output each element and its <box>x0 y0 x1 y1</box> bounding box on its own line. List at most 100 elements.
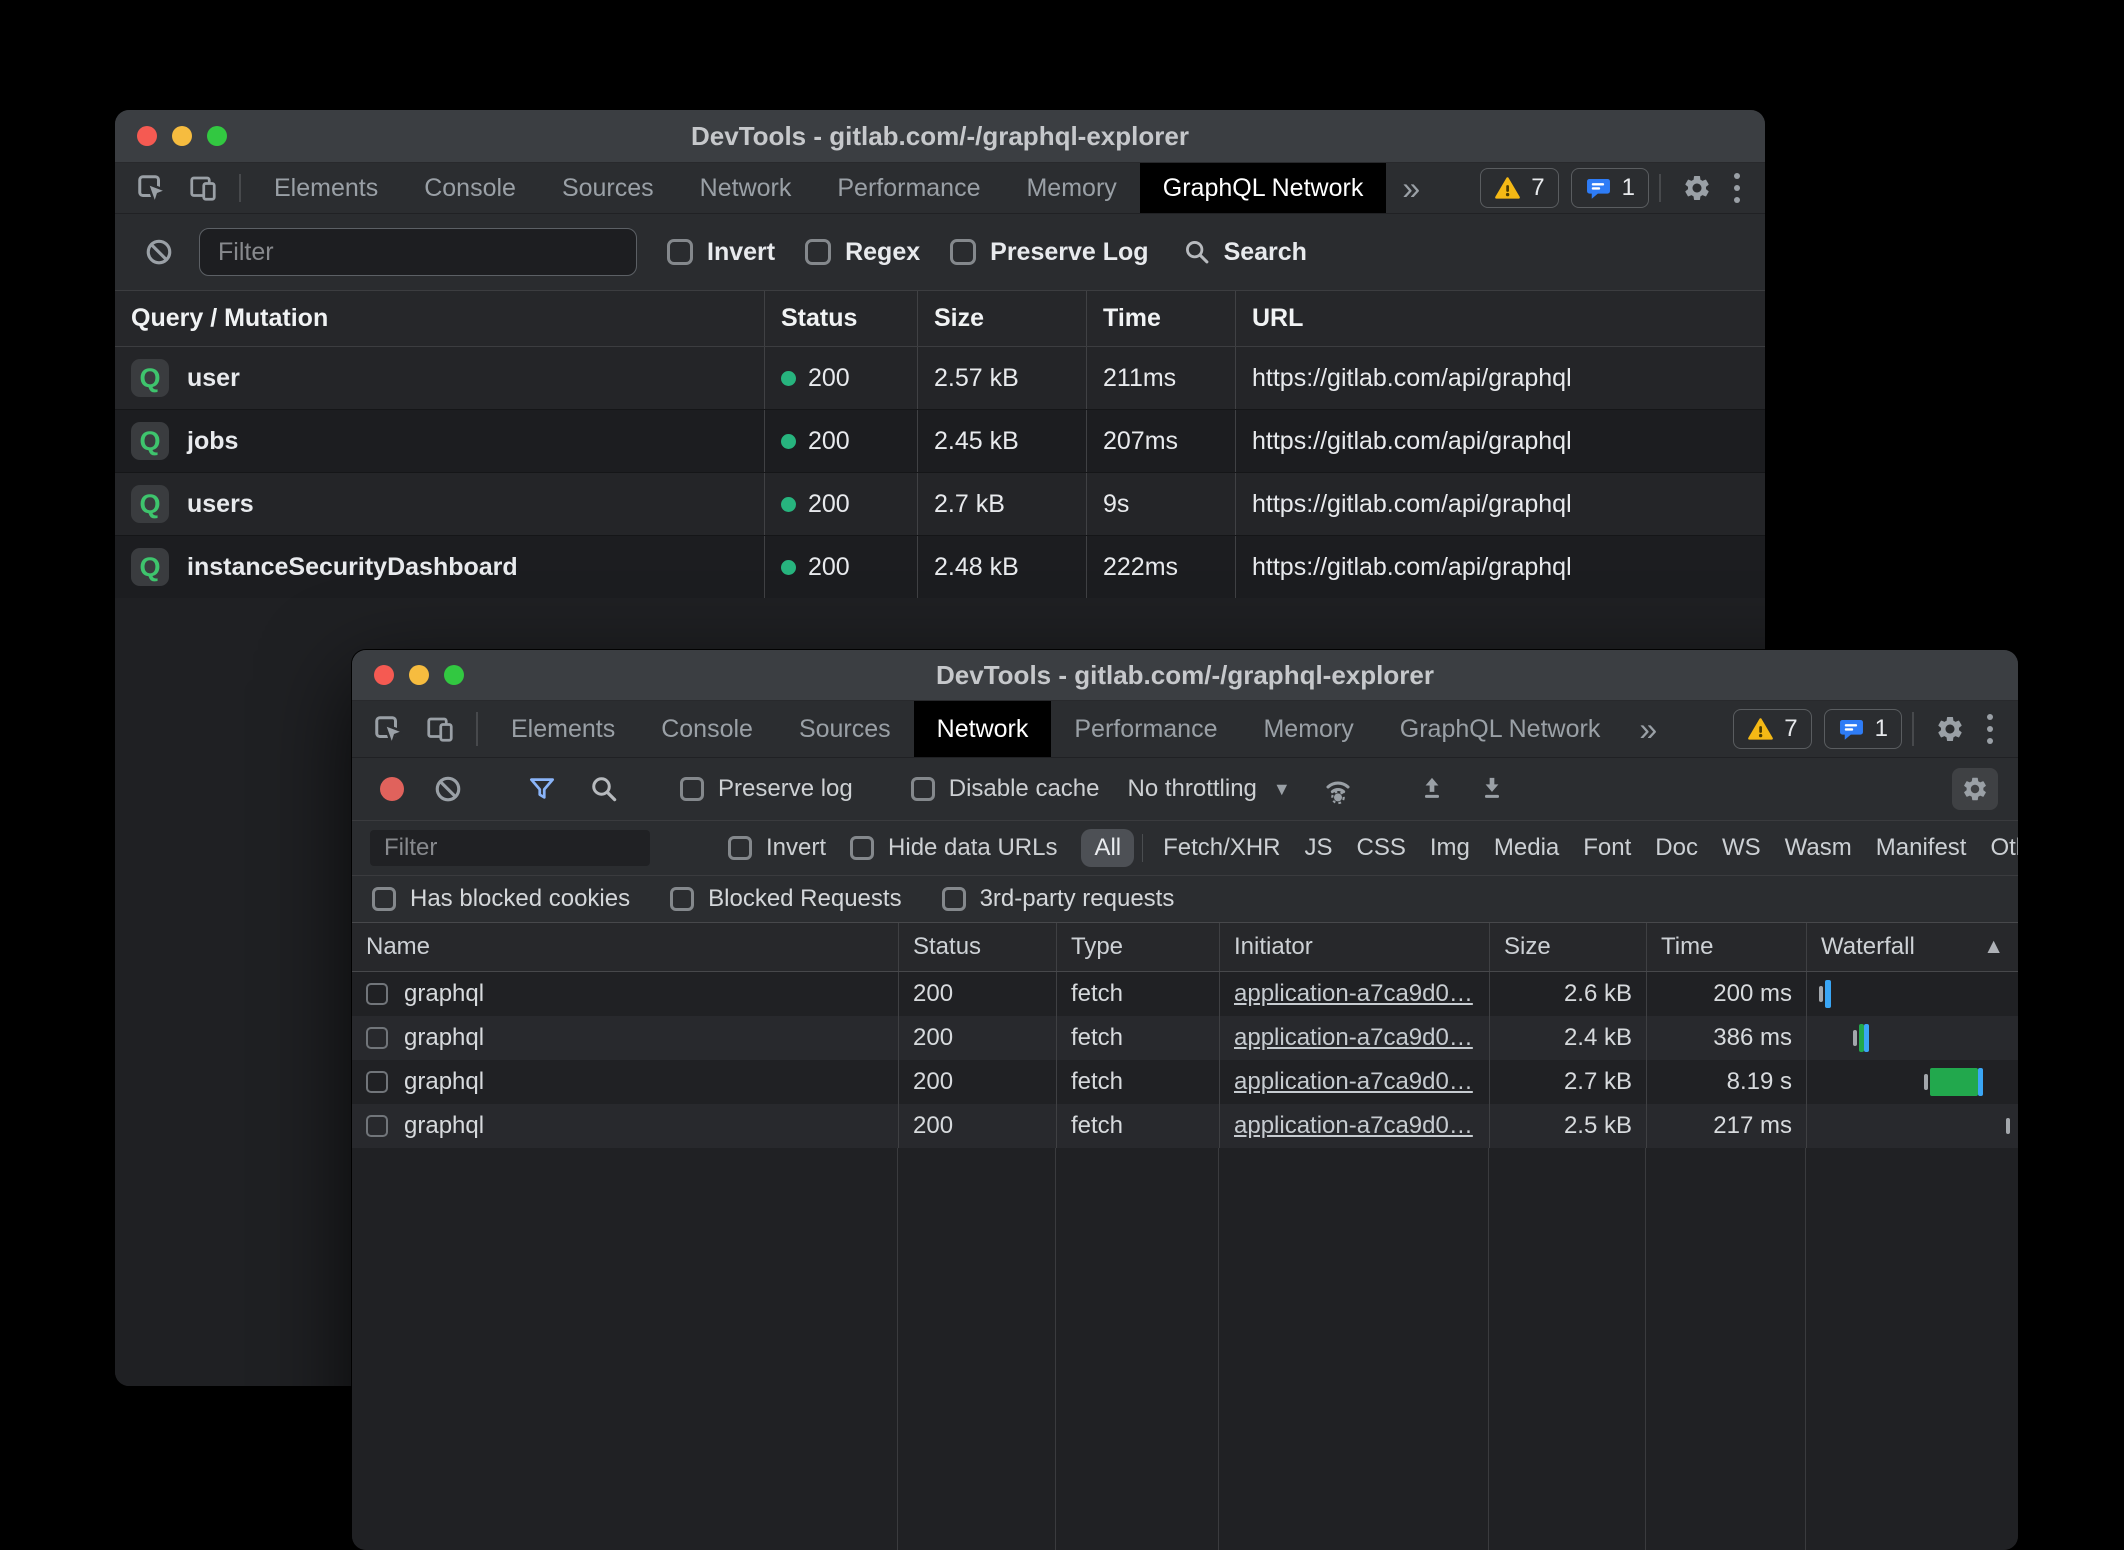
checkbox-box[interactable] <box>805 239 831 265</box>
checkbox-box[interactable] <box>950 239 976 265</box>
checkbox-box[interactable] <box>667 239 693 265</box>
initiator-link[interactable]: application-a7ca9d0… <box>1234 980 1473 1008</box>
kebab-menu-icon[interactable] <box>1723 163 1751 213</box>
checkbox-blocked-requests[interactable]: Blocked Requests <box>670 885 901 913</box>
minimize-button[interactable] <box>409 665 429 685</box>
row-checkbox[interactable] <box>366 1071 388 1093</box>
network-settings-gear-icon[interactable] <box>1952 768 1998 810</box>
more-tabs-button[interactable]: » <box>1623 701 1673 757</box>
checkbox-box[interactable] <box>680 777 704 801</box>
table-row[interactable]: graphql 200 fetch application-a7ca9d0… 2… <box>352 1104 2018 1148</box>
net-header-time[interactable]: Time <box>1646 923 1806 971</box>
export-har-icon[interactable] <box>1467 775 1517 803</box>
chip-img[interactable]: Img <box>1418 829 1482 867</box>
chip-font[interactable]: Font <box>1571 829 1643 867</box>
hide-data-urls-checkbox[interactable]: Hide data URLs <box>850 834 1057 862</box>
chip-other[interactable]: Other <box>1978 829 2018 867</box>
net-header-waterfall[interactable]: Waterfall▲ <box>1806 923 2018 971</box>
net-header-initiator[interactable]: Initiator <box>1219 923 1489 971</box>
inspect-element-icon[interactable] <box>362 701 414 757</box>
row-checkbox[interactable] <box>366 1115 388 1137</box>
table-row[interactable]: Q user 200 2.57 kB 211ms https://gitlab.… <box>115 347 1765 409</box>
tab-sources[interactable]: Sources <box>776 701 914 757</box>
initiator-link[interactable]: application-a7ca9d0… <box>1234 1112 1473 1140</box>
initiator-link[interactable]: application-a7ca9d0… <box>1234 1024 1473 1052</box>
clear-icon[interactable] <box>422 774 474 804</box>
initiator-link[interactable]: application-a7ca9d0… <box>1234 1068 1473 1096</box>
gql-header-url[interactable]: URL <box>1235 291 1765 346</box>
checkbox-regex[interactable]: Regex <box>805 238 920 267</box>
chip-ws[interactable]: WS <box>1710 829 1773 867</box>
record-button[interactable] <box>380 777 404 801</box>
net-header-size[interactable]: Size <box>1489 923 1646 971</box>
chip-doc[interactable]: Doc <box>1643 829 1710 867</box>
tab-graphql-network[interactable]: GraphQL Network <box>1140 163 1387 213</box>
settings-gear-icon[interactable] <box>1671 163 1723 213</box>
issues-badge[interactable]: 1 <box>1571 168 1649 208</box>
gql-header-time[interactable]: Time <box>1086 291 1235 346</box>
table-row[interactable]: Q jobs 200 2.45 kB 207ms https://gitlab.… <box>115 409 1765 472</box>
checkbox-has-blocked-cookies[interactable]: Has blocked cookies <box>372 885 630 913</box>
checkbox-3rd-party-requests[interactable]: 3rd-party requests <box>942 885 1175 913</box>
tab-elements[interactable]: Elements <box>488 701 638 757</box>
clear-icon[interactable] <box>133 237 185 267</box>
network-conditions-icon[interactable] <box>1311 773 1365 805</box>
tab-network[interactable]: Network <box>677 163 815 213</box>
filter-input[interactable] <box>370 830 650 866</box>
chip-all[interactable]: All <box>1081 829 1134 867</box>
search-toggle[interactable]: Search <box>1183 238 1307 267</box>
disable-cache-checkbox[interactable]: Disable cache <box>911 775 1100 803</box>
net-header-type[interactable]: Type <box>1056 923 1219 971</box>
chip-js[interactable]: JS <box>1293 829 1345 867</box>
issues-badge[interactable]: 1 <box>1824 709 1902 749</box>
chip-wasm[interactable]: Wasm <box>1773 829 1864 867</box>
checkbox-preserve-log[interactable]: Preserve Log <box>950 238 1148 267</box>
gql-header-size[interactable]: Size <box>917 291 1086 346</box>
warnings-badge[interactable]: 7 <box>1480 168 1558 208</box>
settings-gear-icon[interactable] <box>1924 701 1976 757</box>
tab-memory[interactable]: Memory <box>1003 163 1139 213</box>
chip-media[interactable]: Media <box>1482 829 1571 867</box>
checkbox-box[interactable] <box>372 887 396 911</box>
checkbox-box[interactable] <box>942 887 966 911</box>
table-row[interactable]: graphql 200 fetch application-a7ca9d0… 2… <box>352 1016 2018 1060</box>
more-tabs-button[interactable]: » <box>1386 163 1436 213</box>
tab-performance[interactable]: Performance <box>1051 701 1240 757</box>
minimize-button[interactable] <box>172 126 192 146</box>
checkbox-invert[interactable]: Invert <box>667 238 775 267</box>
device-toolbar-icon[interactable] <box>177 163 229 213</box>
checkbox-box[interactable] <box>850 836 874 860</box>
invert-checkbox[interactable]: Invert <box>728 834 826 862</box>
search-icon[interactable] <box>578 774 630 804</box>
row-checkbox[interactable] <box>366 1027 388 1049</box>
checkbox-box[interactable] <box>728 836 752 860</box>
tab-console[interactable]: Console <box>401 163 539 213</box>
chip-fetch-xhr[interactable]: Fetch/XHR <box>1151 829 1292 867</box>
import-har-icon[interactable] <box>1407 775 1457 803</box>
checkbox-box[interactable] <box>670 887 694 911</box>
filter-funnel-icon[interactable] <box>516 774 568 804</box>
net-header-status[interactable]: Status <box>898 923 1056 971</box>
tab-sources[interactable]: Sources <box>539 163 677 213</box>
gql-header-status[interactable]: Status <box>764 291 917 346</box>
close-button[interactable] <box>374 665 394 685</box>
throttling-dropdown[interactable]: No throttling ▼ <box>1127 775 1290 803</box>
net-header-name[interactable]: Name <box>352 923 898 971</box>
gql-header-query-mutation[interactable]: Query / Mutation <box>115 291 764 346</box>
tab-network[interactable]: Network <box>914 701 1052 757</box>
tab-console[interactable]: Console <box>638 701 776 757</box>
preserve-log-checkbox[interactable]: Preserve log <box>680 775 853 803</box>
kebab-menu-icon[interactable] <box>1976 701 2004 757</box>
tab-memory[interactable]: Memory <box>1240 701 1376 757</box>
table-row[interactable]: graphql 200 fetch application-a7ca9d0… 2… <box>352 1060 2018 1104</box>
zoom-button[interactable] <box>207 126 227 146</box>
checkbox-box[interactable] <box>911 777 935 801</box>
tab-elements[interactable]: Elements <box>251 163 401 213</box>
table-row[interactable]: graphql 200 fetch application-a7ca9d0… 2… <box>352 972 2018 1016</box>
table-row[interactable]: Q users 200 2.7 kB 9s https://gitlab.com… <box>115 472 1765 535</box>
zoom-button[interactable] <box>444 665 464 685</box>
filter-input[interactable] <box>199 228 637 276</box>
inspect-element-icon[interactable] <box>125 163 177 213</box>
close-button[interactable] <box>137 126 157 146</box>
chip-manifest[interactable]: Manifest <box>1864 829 1979 867</box>
